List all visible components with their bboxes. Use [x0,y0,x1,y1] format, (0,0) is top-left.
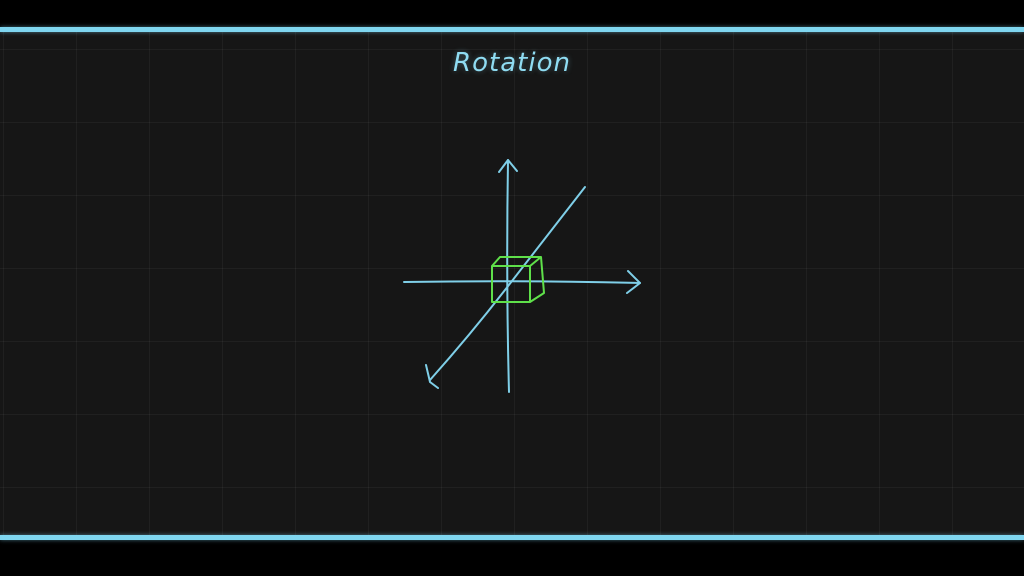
y-axis [498,159,518,393]
z-axis [425,186,586,389]
axes-diagram [403,159,641,393]
x-axis [403,270,641,294]
slide-frame: Rotation [0,0,1024,576]
